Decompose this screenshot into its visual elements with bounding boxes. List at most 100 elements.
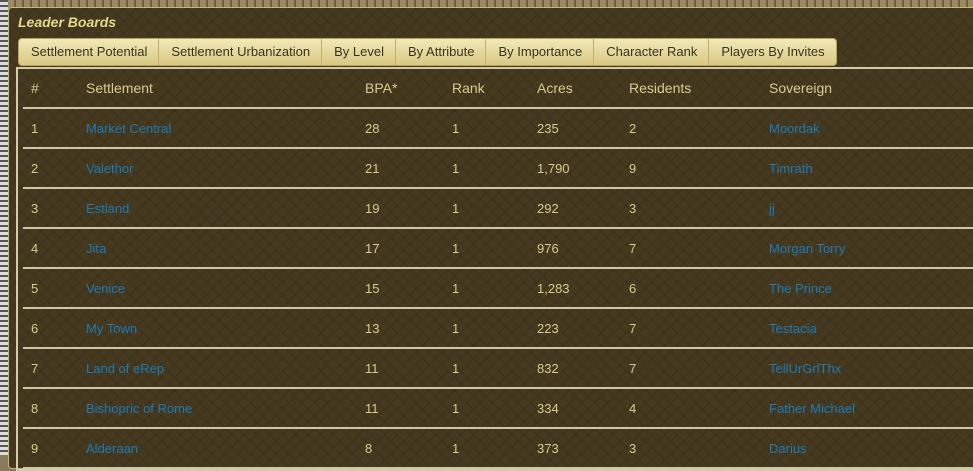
cell-residents: 4 xyxy=(629,388,769,429)
cell-sovereign: The Prince xyxy=(769,268,973,309)
cell-bpa: 17 xyxy=(365,228,452,269)
column-header-acres: Acres xyxy=(537,69,629,109)
table-row: 3 Estland 19 1 292 3 jj xyxy=(23,188,973,229)
cell-rank: 1 xyxy=(452,428,537,469)
sovereign-link[interactable]: Moordak xyxy=(769,121,820,136)
cell-acres: 292 xyxy=(537,188,629,229)
sovereign-link[interactable]: Testacia xyxy=(769,321,817,336)
cell-acres: 235 xyxy=(537,108,629,149)
settlement-link[interactable]: My Town xyxy=(86,321,137,336)
cell-settlement: Bishopric of Rome xyxy=(86,388,365,429)
sovereign-link[interactable]: Father Michael xyxy=(769,401,855,416)
tab-settlement-potential[interactable]: Settlement Potential xyxy=(19,39,160,65)
cell-acres: 373 xyxy=(537,428,629,469)
cell-rank-number: 4 xyxy=(23,228,86,269)
settlement-link[interactable]: Bishopric of Rome xyxy=(86,401,192,416)
cell-rank: 1 xyxy=(452,348,537,389)
cell-bpa: 13 xyxy=(365,308,452,349)
settlement-link[interactable]: Jita xyxy=(86,241,106,256)
table-row: 2 Valethor 21 1 1,790 9 Timrath xyxy=(23,148,973,189)
settlement-link[interactable]: Land of eRep xyxy=(86,361,164,376)
cell-rank-number: 7 xyxy=(23,348,86,389)
cell-sovereign: Father Michael xyxy=(769,388,973,429)
cell-sovereign: jj xyxy=(769,188,973,229)
cell-bpa: 15 xyxy=(365,268,452,309)
tab-by-attribute[interactable]: By Attribute xyxy=(396,39,487,65)
leader-boards-panel: Leader Boards Settlement Potential Settle… xyxy=(8,7,973,471)
cell-rank-number: 2 xyxy=(23,148,86,189)
cell-bpa: 19 xyxy=(365,188,452,229)
table-row: 9 Alderaan 8 1 373 3 Darius xyxy=(23,428,973,469)
column-header-sovereign: Sovereign xyxy=(769,69,973,109)
tab-character-rank[interactable]: Character Rank xyxy=(594,39,710,65)
cell-acres: 832 xyxy=(537,348,629,389)
cell-rank: 1 xyxy=(452,228,537,269)
settlement-link[interactable]: Alderaan xyxy=(86,441,138,456)
table-row: 5 Venice 15 1 1,283 6 The Prince xyxy=(23,268,973,309)
cell-rank: 1 xyxy=(452,188,537,229)
cell-acres: 223 xyxy=(537,308,629,349)
tab-settlement-urbanization[interactable]: Settlement Urbanization xyxy=(159,39,323,65)
tab-by-importance[interactable]: By Importance xyxy=(486,39,595,65)
panel-title: Leader Boards xyxy=(18,14,117,30)
settlement-link[interactable]: Estland xyxy=(86,201,129,216)
cell-rank: 1 xyxy=(452,268,537,309)
cell-acres: 334 xyxy=(537,388,629,429)
sovereign-link[interactable]: Timrath xyxy=(769,161,813,176)
cell-residents: 9 xyxy=(629,148,769,189)
cell-residents: 7 xyxy=(629,348,769,389)
cell-settlement: Market Central xyxy=(86,108,365,149)
cell-rank: 1 xyxy=(452,108,537,149)
cell-settlement: Alderaan xyxy=(86,428,365,469)
table-row: 1 Market Central 28 1 235 2 Moordak xyxy=(23,108,973,149)
cell-settlement: Venice xyxy=(86,268,365,309)
column-header-bpa: BPA* xyxy=(365,69,452,109)
sovereign-link[interactable]: The Prince xyxy=(769,281,832,296)
column-header-rank: Rank xyxy=(452,69,537,109)
leaderboard-table-container: # Settlement BPA* Rank Acres Residents Soverei… xyxy=(16,67,973,471)
cell-acres: 976 xyxy=(537,228,629,269)
cell-residents: 2 xyxy=(629,108,769,149)
sovereign-link[interactable]: Morgan Torry xyxy=(769,241,845,256)
table-row: 4 Jita 17 1 976 7 Morgan Torry xyxy=(23,228,973,269)
table-row: 8 Bishopric of Rome 11 1 334 4 Father Michael xyxy=(23,388,973,429)
leaderboard-table: # Settlement BPA* Rank Acres Residents Soverei… xyxy=(23,69,973,469)
cell-sovereign: TellUrGrlThx xyxy=(769,348,973,389)
cell-rank-number: 1 xyxy=(23,108,86,149)
cell-settlement: Jita xyxy=(86,228,365,269)
column-header-residents: Residents xyxy=(629,69,769,109)
cell-residents: 3 xyxy=(629,188,769,229)
tab-players-by-invites[interactable]: Players By Invites xyxy=(709,39,835,65)
cell-bpa: 8 xyxy=(365,428,452,469)
cell-residents: 7 xyxy=(629,228,769,269)
settlement-link[interactable]: Venice xyxy=(86,281,125,296)
sovereign-link[interactable]: TellUrGrlThx xyxy=(769,361,841,376)
cell-rank-number: 8 xyxy=(23,388,86,429)
cell-bpa: 11 xyxy=(365,348,452,389)
cell-sovereign: Moordak xyxy=(769,108,973,149)
cell-rank-number: 3 xyxy=(23,188,86,229)
page-border-art xyxy=(0,0,8,455)
column-header-settlement: Settlement xyxy=(86,69,365,109)
settlement-link[interactable]: Valethor xyxy=(86,161,133,176)
cell-bpa: 28 xyxy=(365,108,452,149)
cell-rank: 1 xyxy=(452,388,537,429)
cell-acres: 1,283 xyxy=(537,268,629,309)
table-row: 7 Land of eRep 11 1 832 7 TellUrGrlThx xyxy=(23,348,973,389)
cell-settlement: Valethor xyxy=(86,148,365,189)
cell-residents: 6 xyxy=(629,268,769,309)
cell-acres: 1,790 xyxy=(537,148,629,189)
sovereign-link[interactable]: jj xyxy=(769,201,775,216)
settlement-link[interactable]: Market Central xyxy=(86,121,171,136)
tab-by-level[interactable]: By Level xyxy=(322,39,396,65)
cell-residents: 3 xyxy=(629,428,769,469)
cell-rank-number: 9 xyxy=(23,428,86,469)
cell-settlement: My Town xyxy=(86,308,365,349)
sovereign-link[interactable]: Darius xyxy=(769,441,807,456)
cell-settlement: Land of eRep xyxy=(86,348,365,389)
table-header-row: # Settlement BPA* Rank Acres Residents Soverei… xyxy=(23,69,973,109)
cell-rank: 1 xyxy=(452,148,537,189)
cell-settlement: Estland xyxy=(86,188,365,229)
column-header-rank-number: # xyxy=(23,69,86,109)
cell-sovereign: Timrath xyxy=(769,148,973,189)
